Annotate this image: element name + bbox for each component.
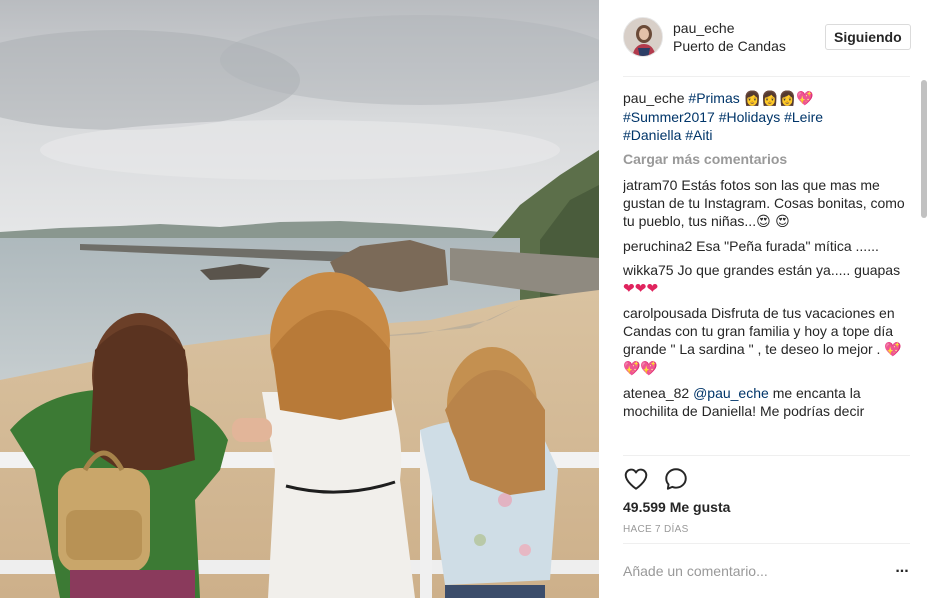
following-button[interactable]: Siguiendo — [825, 24, 911, 50]
add-comment-input[interactable] — [623, 560, 873, 582]
more-options-icon[interactable]: ... — [892, 560, 912, 582]
comment-bubble-icon[interactable] — [663, 466, 689, 492]
comment-username[interactable]: carolpousada — [623, 305, 707, 321]
hashtag-link[interactable]: #Summer2017 — [623, 109, 715, 125]
post-caption: pau_eche #Primas 👩👩👩💖 #Summer2017 #Holid… — [623, 89, 905, 144]
comment-username[interactable]: atenea_82 — [623, 385, 689, 401]
comment-username[interactable]: wikka75 — [623, 262, 674, 278]
post-header: pau_eche Puerto de Candas Siguiendo — [599, 0, 934, 76]
heart-icon[interactable] — [623, 466, 649, 492]
comment-emoji: ❤❤❤ — [623, 281, 659, 297]
post-sidebar: pau_eche Puerto de Candas Siguiendo pau_… — [599, 0, 934, 598]
beach-photo-image — [0, 0, 599, 598]
actions-divider — [623, 455, 910, 456]
comment-emoji: 😍 😍 — [756, 214, 790, 230]
comment-item: wikka75 Jo que grandes están ya..... gua… — [623, 261, 905, 298]
comments-scrollbar[interactable] — [921, 80, 929, 455]
post-photo[interactable] — [0, 0, 599, 598]
caption-emoji: 👩👩👩💖 — [743, 91, 814, 107]
load-more-comments-button[interactable]: Cargar más comentarios — [623, 150, 905, 168]
comment-username[interactable]: jatram70 — [623, 177, 677, 193]
comment-divider — [623, 543, 910, 544]
hashtag-link[interactable]: #Daniella — [623, 127, 681, 143]
comment-item: atenea_82 @pau_eche me encanta la mochil… — [623, 384, 905, 420]
avatar-image — [624, 18, 662, 56]
scrollbar-thumb[interactable] — [921, 80, 927, 218]
post-timestamp[interactable]: HACE 7 DÍAS — [623, 524, 689, 535]
post-location[interactable]: Puerto de Candas — [673, 38, 786, 54]
post-username[interactable]: pau_eche — [673, 20, 735, 36]
comment-mention[interactable]: @pau_eche — [693, 385, 769, 401]
avatar[interactable] — [623, 17, 663, 57]
comment-item: peruchina2 Esa "Peña furada" mítica ....… — [623, 237, 905, 255]
comment-text: Esa "Peña furada" mítica ...... — [696, 238, 879, 254]
comment-username[interactable]: peruchina2 — [623, 238, 692, 254]
hashtag-link[interactable]: #Primas — [688, 90, 739, 106]
likes-count[interactable]: 49.599 Me gusta — [623, 499, 730, 515]
hashtag-link[interactable]: #Leire — [784, 109, 823, 125]
comment-item: jatram70 Estás fotos son las que mas me … — [623, 176, 905, 231]
hashtag-link[interactable]: #Aiti — [685, 127, 712, 143]
hashtag-link[interactable]: #Holidays — [719, 109, 780, 125]
comment-text: Jo que grandes están ya..... guapas — [677, 262, 901, 278]
caption-username[interactable]: pau_eche — [623, 90, 685, 106]
header-divider — [623, 76, 910, 77]
comments-list[interactable]: pau_eche #Primas 👩👩👩💖 #Summer2017 #Holid… — [623, 89, 905, 455]
comment-item: carolpousada Disfruta de tus vacaciones … — [623, 304, 905, 378]
